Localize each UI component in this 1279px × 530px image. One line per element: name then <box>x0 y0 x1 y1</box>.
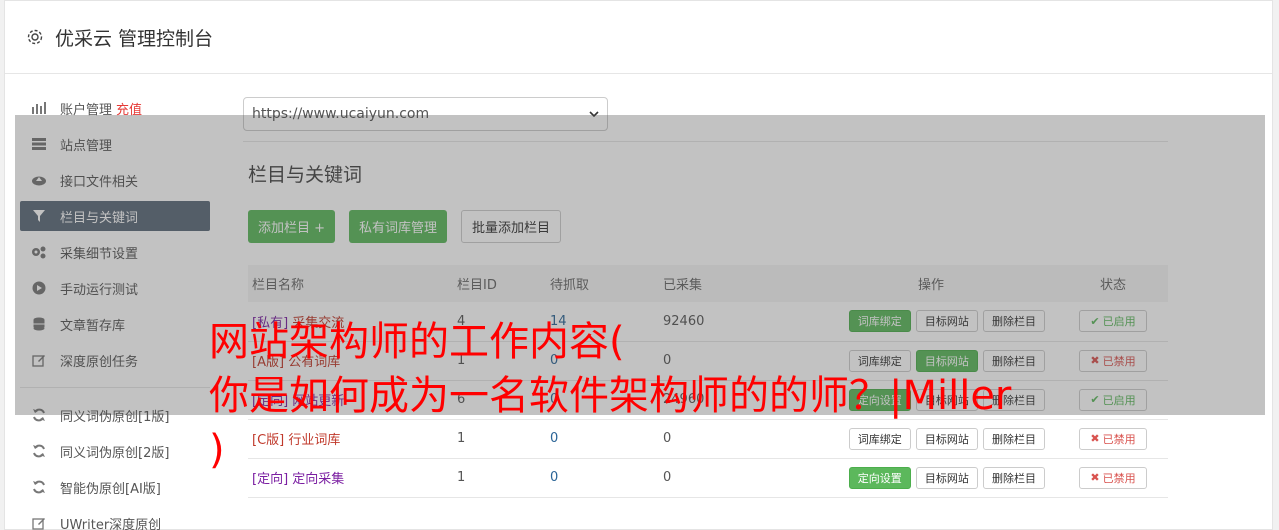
gear-icon <box>27 29 43 45</box>
header: 优采云 管理控制台 <box>5 1 1272 74</box>
caption-line-2: 你是如何成为一名软件架构师的的师？|Miller <box>209 373 1012 419</box>
refresh-icon <box>31 479 47 495</box>
sidebar-item-label: 同义词伪原创[2版] <box>60 445 170 461</box>
sidebar-item-synonym-v2[interactable]: 同义词伪原创[2版] <box>20 436 210 466</box>
refresh-icon <box>31 443 47 459</box>
sidebar-item-ai-original[interactable]: 智能伪原创[AI版] <box>20 472 210 502</box>
overlay-caption: 网站架构师的工作内容( 你是如何成为一名软件架构师的的师？|Miller ) <box>209 315 1109 477</box>
sidebar-item-label: 智能伪原创[AI版] <box>60 481 161 497</box>
sidebar-item-uwriter[interactable]: UWriter深度原创 <box>20 508 210 530</box>
sidebar-item-label: UWriter深度原创 <box>60 517 162 530</box>
caption-line-1: 网站架构师的工作内容( <box>209 319 625 365</box>
page-title: 优采云 管理控制台 <box>55 27 214 50</box>
edit-icon <box>31 515 47 530</box>
bar-chart-icon <box>31 100 47 116</box>
caption-line-3: ) <box>209 427 225 473</box>
